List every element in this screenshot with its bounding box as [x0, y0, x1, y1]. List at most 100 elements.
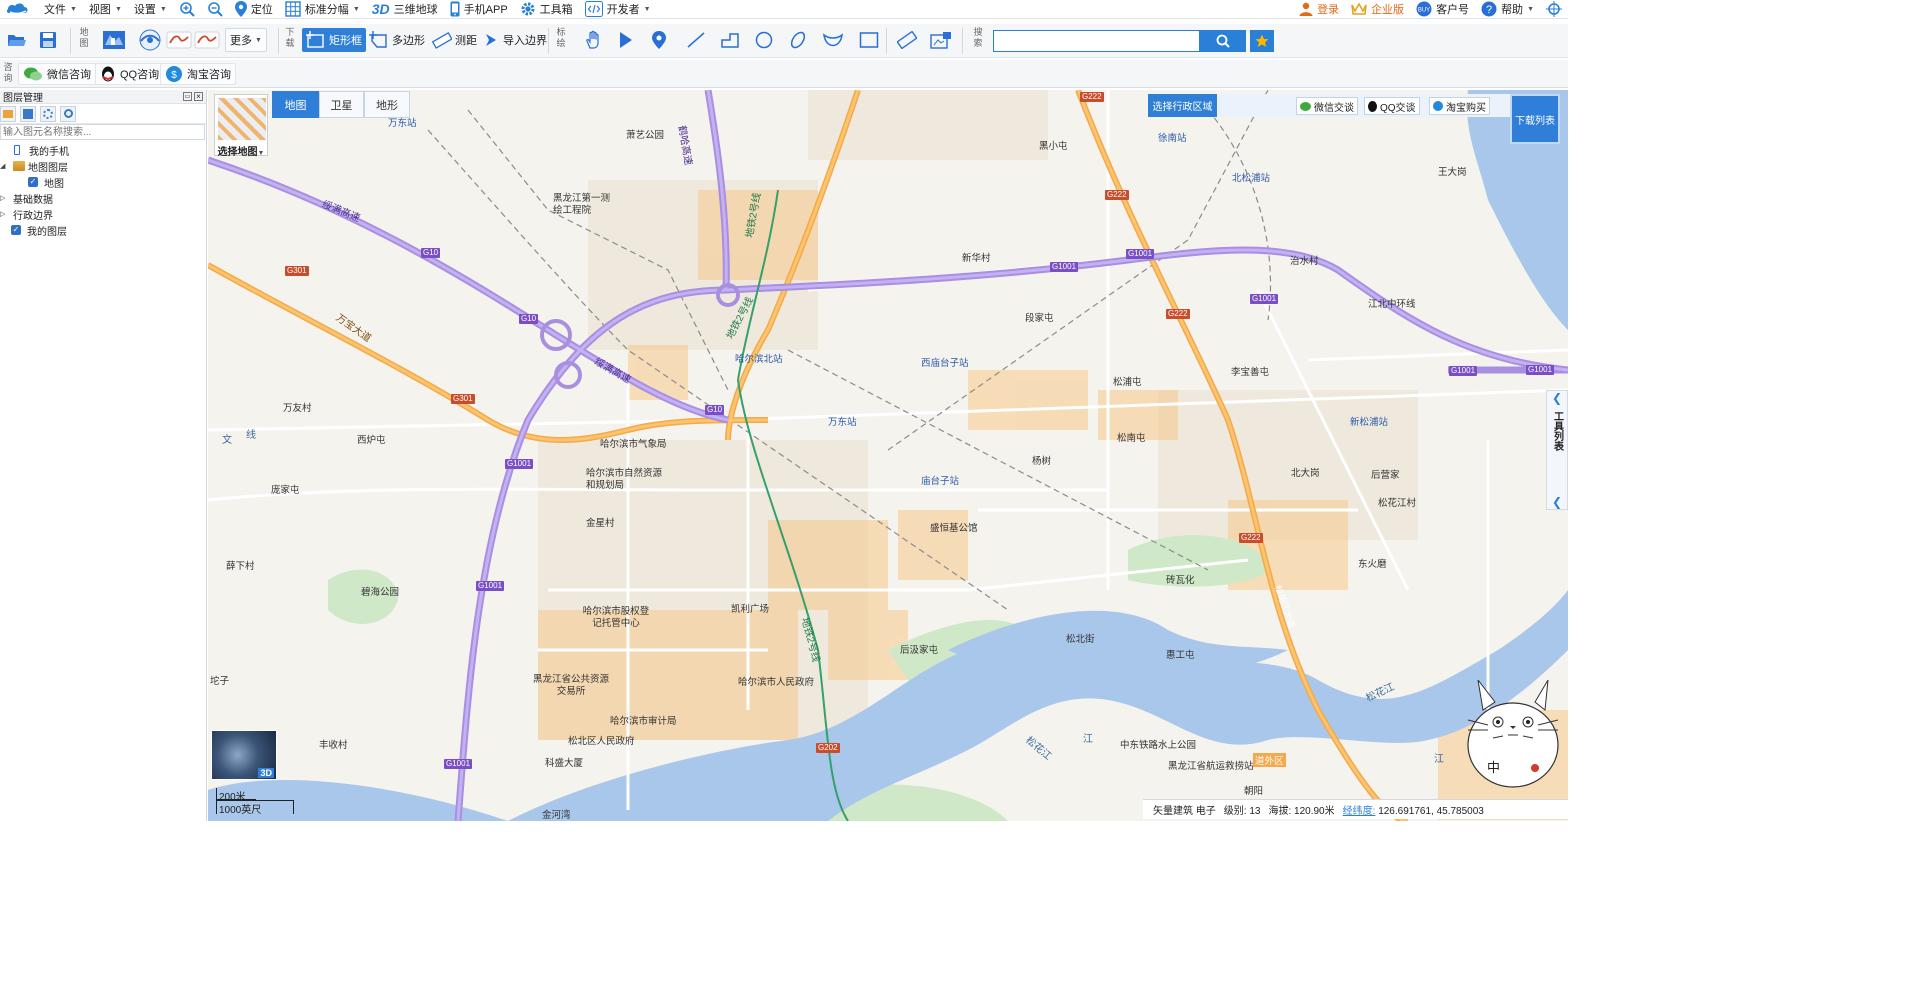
tree-item-base-data[interactable]: ▷ 基础数据 — [0, 190, 206, 206]
qq-consult-button[interactable]: QQ咨询 — [95, 63, 165, 85]
toolbox-button[interactable]: 工具箱 — [514, 0, 579, 19]
more-button[interactable]: 更多 ▼ — [225, 28, 267, 52]
chevron-down-icon: ▼ — [255, 36, 262, 44]
customer-no-button[interactable]: BUY 客户号 — [1410, 0, 1475, 19]
map-label: 万东站 — [828, 417, 857, 428]
wechat-consult-button[interactable]: 微信咨询 — [18, 63, 96, 85]
map-label: 西庙台子站 — [921, 358, 969, 369]
chevron-down-icon: ▼ — [159, 5, 167, 13]
map-label: 松花江村 — [1378, 498, 1417, 509]
rectangle-select-button[interactable]: 矩形框 — [302, 28, 366, 52]
main-toolbar: 地图 更多 ▼ 下载 矩形框 多边形 测距 导入边界 标绘 搜索 — [0, 24, 1568, 58]
settings-layer-button[interactable] — [40, 105, 56, 122]
search-input[interactable] — [993, 30, 1200, 52]
save-button[interactable] — [35, 28, 61, 52]
polygon-select-button[interactable]: 多边形 — [365, 28, 429, 52]
qq-chat-button[interactable]: QQ交谈 — [1364, 97, 1420, 115]
zoom-in-icon — [179, 1, 195, 17]
taobao-buy-button[interactable]: 淘宝购买 — [1429, 97, 1490, 115]
tools-list-panel[interactable]: ❮ 工具列表 ❮ — [1546, 390, 1568, 510]
ellipse-icon — [788, 31, 808, 49]
download-list-button[interactable]: 下载列表 — [1510, 94, 1560, 144]
menu-view[interactable]: 视图 ▼ — [83, 0, 128, 19]
expand-toggle-icon[interactable]: ▷ — [0, 210, 10, 218]
layer-export-button[interactable] — [926, 28, 956, 52]
draw-rectangle-button[interactable] — [855, 28, 883, 52]
mini-globe-button[interactable]: 3D — [211, 730, 277, 780]
status-coord-label[interactable]: 经纬度: — [1343, 806, 1376, 817]
taobao-consult-button[interactable]: $ 淘宝咨询 — [160, 63, 236, 85]
map-source-button[interactable] — [98, 28, 132, 52]
select-region-button[interactable]: 选择行政区域 — [1148, 94, 1217, 117]
expand-toggle-icon[interactable]: ◢ — [0, 162, 10, 170]
tree-item-my-layers[interactable]: ✓ 我的图层 — [0, 222, 206, 238]
draw-circle-button[interactable] — [750, 28, 778, 52]
folder-icon — [3, 109, 13, 118]
target-button[interactable] — [1540, 0, 1568, 19]
tab-map[interactable]: 地图 — [272, 91, 319, 118]
select-map-button[interactable]: 选择地图▼ — [214, 94, 268, 158]
save-layer-button[interactable] — [20, 105, 36, 122]
search-icon — [63, 109, 73, 118]
mobile-app-button[interactable]: 手机APP — [444, 0, 514, 19]
enterprise-button[interactable]: 企业版 — [1345, 0, 1410, 19]
road-label: 江 — [1083, 734, 1093, 745]
wechat-chat-label: 微信交谈 — [1314, 102, 1354, 114]
draw-ellipse-button[interactable] — [784, 28, 812, 52]
status-altitude-value: 120.90米 — [1294, 806, 1335, 817]
menu-file[interactable]: 文件 ▼ — [38, 0, 83, 19]
place-marker-button[interactable] — [648, 28, 670, 52]
menu-settings[interactable]: 设置 ▼ — [128, 0, 173, 19]
mascot-image[interactable]: 中 — [1463, 679, 1563, 790]
login-button[interactable]: 登录 — [1293, 0, 1345, 19]
locate-button[interactable]: 定位 — [229, 0, 279, 19]
expand-toggle-icon[interactable]: ▷ — [0, 194, 10, 202]
open-button[interactable] — [3, 28, 31, 52]
layer-search-input[interactable] — [0, 124, 205, 140]
tree-item-map[interactable]: ✓ 地图 — [0, 174, 206, 190]
zoom-out-button[interactable] — [201, 0, 229, 19]
ruler-tool-button[interactable] — [893, 28, 921, 52]
zoom-in-button[interactable] — [173, 0, 201, 19]
map-canvas[interactable]: 万东站 萧艺公园 黑龙江第一测绘工程院 黑小屯 徐南站 北松浦站 王大岗 新华村… — [208, 90, 1568, 821]
select-arrow-button[interactable] — [614, 28, 638, 52]
taobao-buy-label: 淘宝购买 — [1446, 102, 1486, 114]
draw-line-button[interactable] — [682, 28, 710, 52]
close-icon[interactable]: × — [194, 92, 203, 101]
search-layer-button[interactable] — [60, 105, 76, 122]
globe-3d-button[interactable]: 3D 三维地球 — [366, 0, 444, 19]
menu-file-label: 文件 — [44, 4, 66, 16]
tree-item-admin-boundary[interactable]: ▷ 行政边界 — [0, 206, 206, 222]
tab-satellite[interactable]: 卫星 — [319, 91, 364, 118]
totoro-icon — [1467, 679, 1559, 788]
import-boundary-button[interactable]: 导入边界 — [480, 28, 551, 52]
map-label: 新松浦站 — [1350, 417, 1389, 428]
tree-item-map-layers[interactable]: ◢ 地图图层 — [0, 158, 206, 174]
map-label: 坨子 — [210, 676, 230, 687]
checkbox-checked-icon[interactable]: ✓ — [11, 225, 21, 235]
hand-icon — [584, 30, 604, 50]
checkbox-checked-icon[interactable]: ✓ — [28, 177, 38, 187]
draw-curve-button[interactable] — [818, 28, 848, 52]
map-logo-3-button[interactable] — [190, 28, 224, 52]
phone-icon — [450, 1, 460, 17]
pan-tool-button[interactable] — [580, 28, 608, 52]
mascot-character: 中 — [1487, 760, 1501, 775]
highway-shield: G222 — [1080, 92, 1104, 102]
developer-menu[interactable]: 开发者 ▼ — [579, 0, 657, 19]
standard-tile-menu[interactable]: 标准分幅 ▼ — [279, 0, 366, 19]
favorites-button[interactable] — [1250, 30, 1274, 52]
restore-icon[interactable]: ▭ — [183, 92, 192, 101]
chevron-down-icon: ▼ — [70, 5, 77, 13]
menu-view-label: 视图 — [88, 4, 111, 16]
open-folder-button[interactable] — [0, 105, 16, 122]
measure-button[interactable]: 测距 — [428, 28, 481, 52]
draw-polyline-button[interactable] — [716, 28, 744, 52]
help-menu[interactable]: ? 帮助 ▼ — [1475, 0, 1540, 19]
app-logo[interactable] — [0, 0, 38, 19]
tree-item-my-phone[interactable]: 我的手机 — [0, 142, 206, 158]
tab-terrain[interactable]: 地形 — [364, 91, 410, 118]
search-button[interactable] — [1200, 30, 1246, 52]
wechat-chat-button[interactable]: 微信交谈 — [1296, 97, 1358, 115]
map-label: 砖瓦化 — [1166, 575, 1195, 586]
